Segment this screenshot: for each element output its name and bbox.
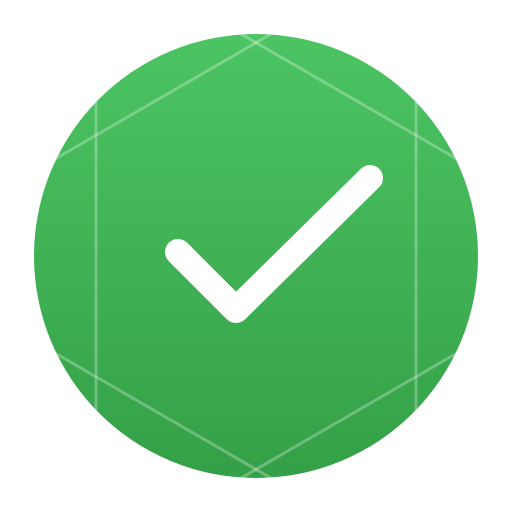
badge-circle [34,34,478,478]
app-icon [0,0,512,512]
checkmark-badge-icon [34,34,478,478]
